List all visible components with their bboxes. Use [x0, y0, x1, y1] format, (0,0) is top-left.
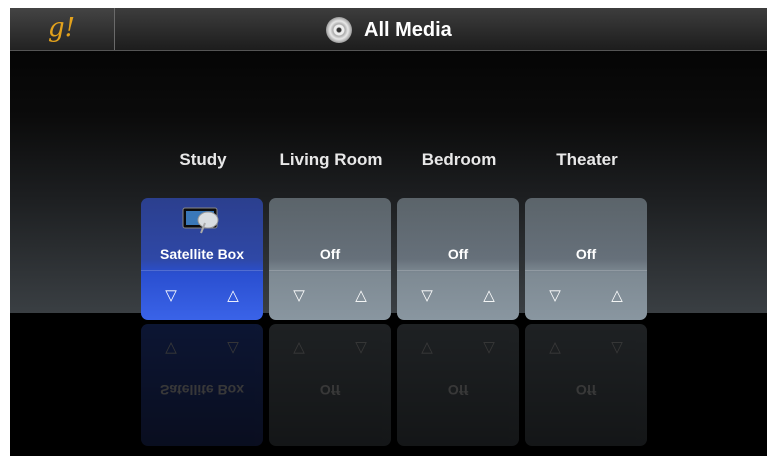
volume-up-button[interactable]: △ [602, 286, 632, 304]
reflection-arrow: △ [355, 340, 367, 357]
zone-tile-theater[interactable]: Off ▽ △ [525, 198, 647, 320]
tile-reflection: Off ▽ △ [269, 324, 391, 446]
reflection-text: Off [447, 382, 469, 398]
zone-label-study: Study [179, 150, 227, 169]
app-screen: g! All Media Study Living Room Bedroom T… [10, 8, 767, 456]
page-title: All Media [364, 18, 452, 41]
reflection-text: Off [575, 382, 597, 398]
tile-reflection: Off ▽ △ [397, 324, 519, 446]
title-area: All Media [326, 15, 452, 45]
reflection-text: Off [319, 382, 341, 398]
tile-reflection: Off ▽ △ [525, 324, 647, 446]
reflection-arrow: ▽ [549, 340, 561, 357]
tv-icon [182, 207, 219, 234]
reflection-text: Satellite Box [159, 382, 245, 398]
reflection-arrow: △ [611, 340, 623, 357]
volume-up-button[interactable]: △ [218, 286, 248, 304]
divider [141, 270, 263, 271]
divider [525, 270, 647, 271]
reflection-arrow: ▽ [421, 340, 433, 357]
zone-tile-study[interactable]: Satellite Box ▽ △ [141, 198, 263, 320]
reflection-arrow: △ [483, 340, 495, 357]
volume-up-button[interactable]: △ [346, 286, 376, 304]
volume-up-button[interactable]: △ [474, 286, 504, 304]
reflection-arrow: ▽ [293, 340, 305, 357]
zone-source: Off [575, 246, 597, 262]
zone-source: Off [447, 246, 469, 262]
zone-label-living-room: Living Room [279, 150, 383, 169]
zone-source: Off [319, 246, 341, 262]
volume-down-button[interactable]: ▽ [540, 286, 570, 304]
zone-label-bedroom: Bedroom [421, 150, 497, 169]
reflection-arrow: ▽ [165, 340, 177, 357]
volume-down-button[interactable]: ▽ [156, 286, 186, 304]
reflection-arrow: △ [227, 340, 239, 357]
tile-reflection: Satellite Box ▽ △ [141, 324, 263, 446]
divider [269, 270, 391, 271]
title-bar: g! All Media [10, 8, 767, 51]
volume-down-button[interactable]: ▽ [284, 286, 314, 304]
logo-text: g! [48, 13, 76, 43]
home-logo-button[interactable]: g! [10, 8, 115, 50]
volume-down-button[interactable]: ▽ [412, 286, 442, 304]
zone-tile-bedroom[interactable]: Off ▽ △ [397, 198, 519, 320]
zone-tile-living-room[interactable]: Off ▽ △ [269, 198, 391, 320]
zone-label-theater: Theater [556, 150, 618, 169]
disc-icon [326, 17, 352, 43]
divider [397, 270, 519, 271]
zone-source: Satellite Box [159, 246, 245, 262]
